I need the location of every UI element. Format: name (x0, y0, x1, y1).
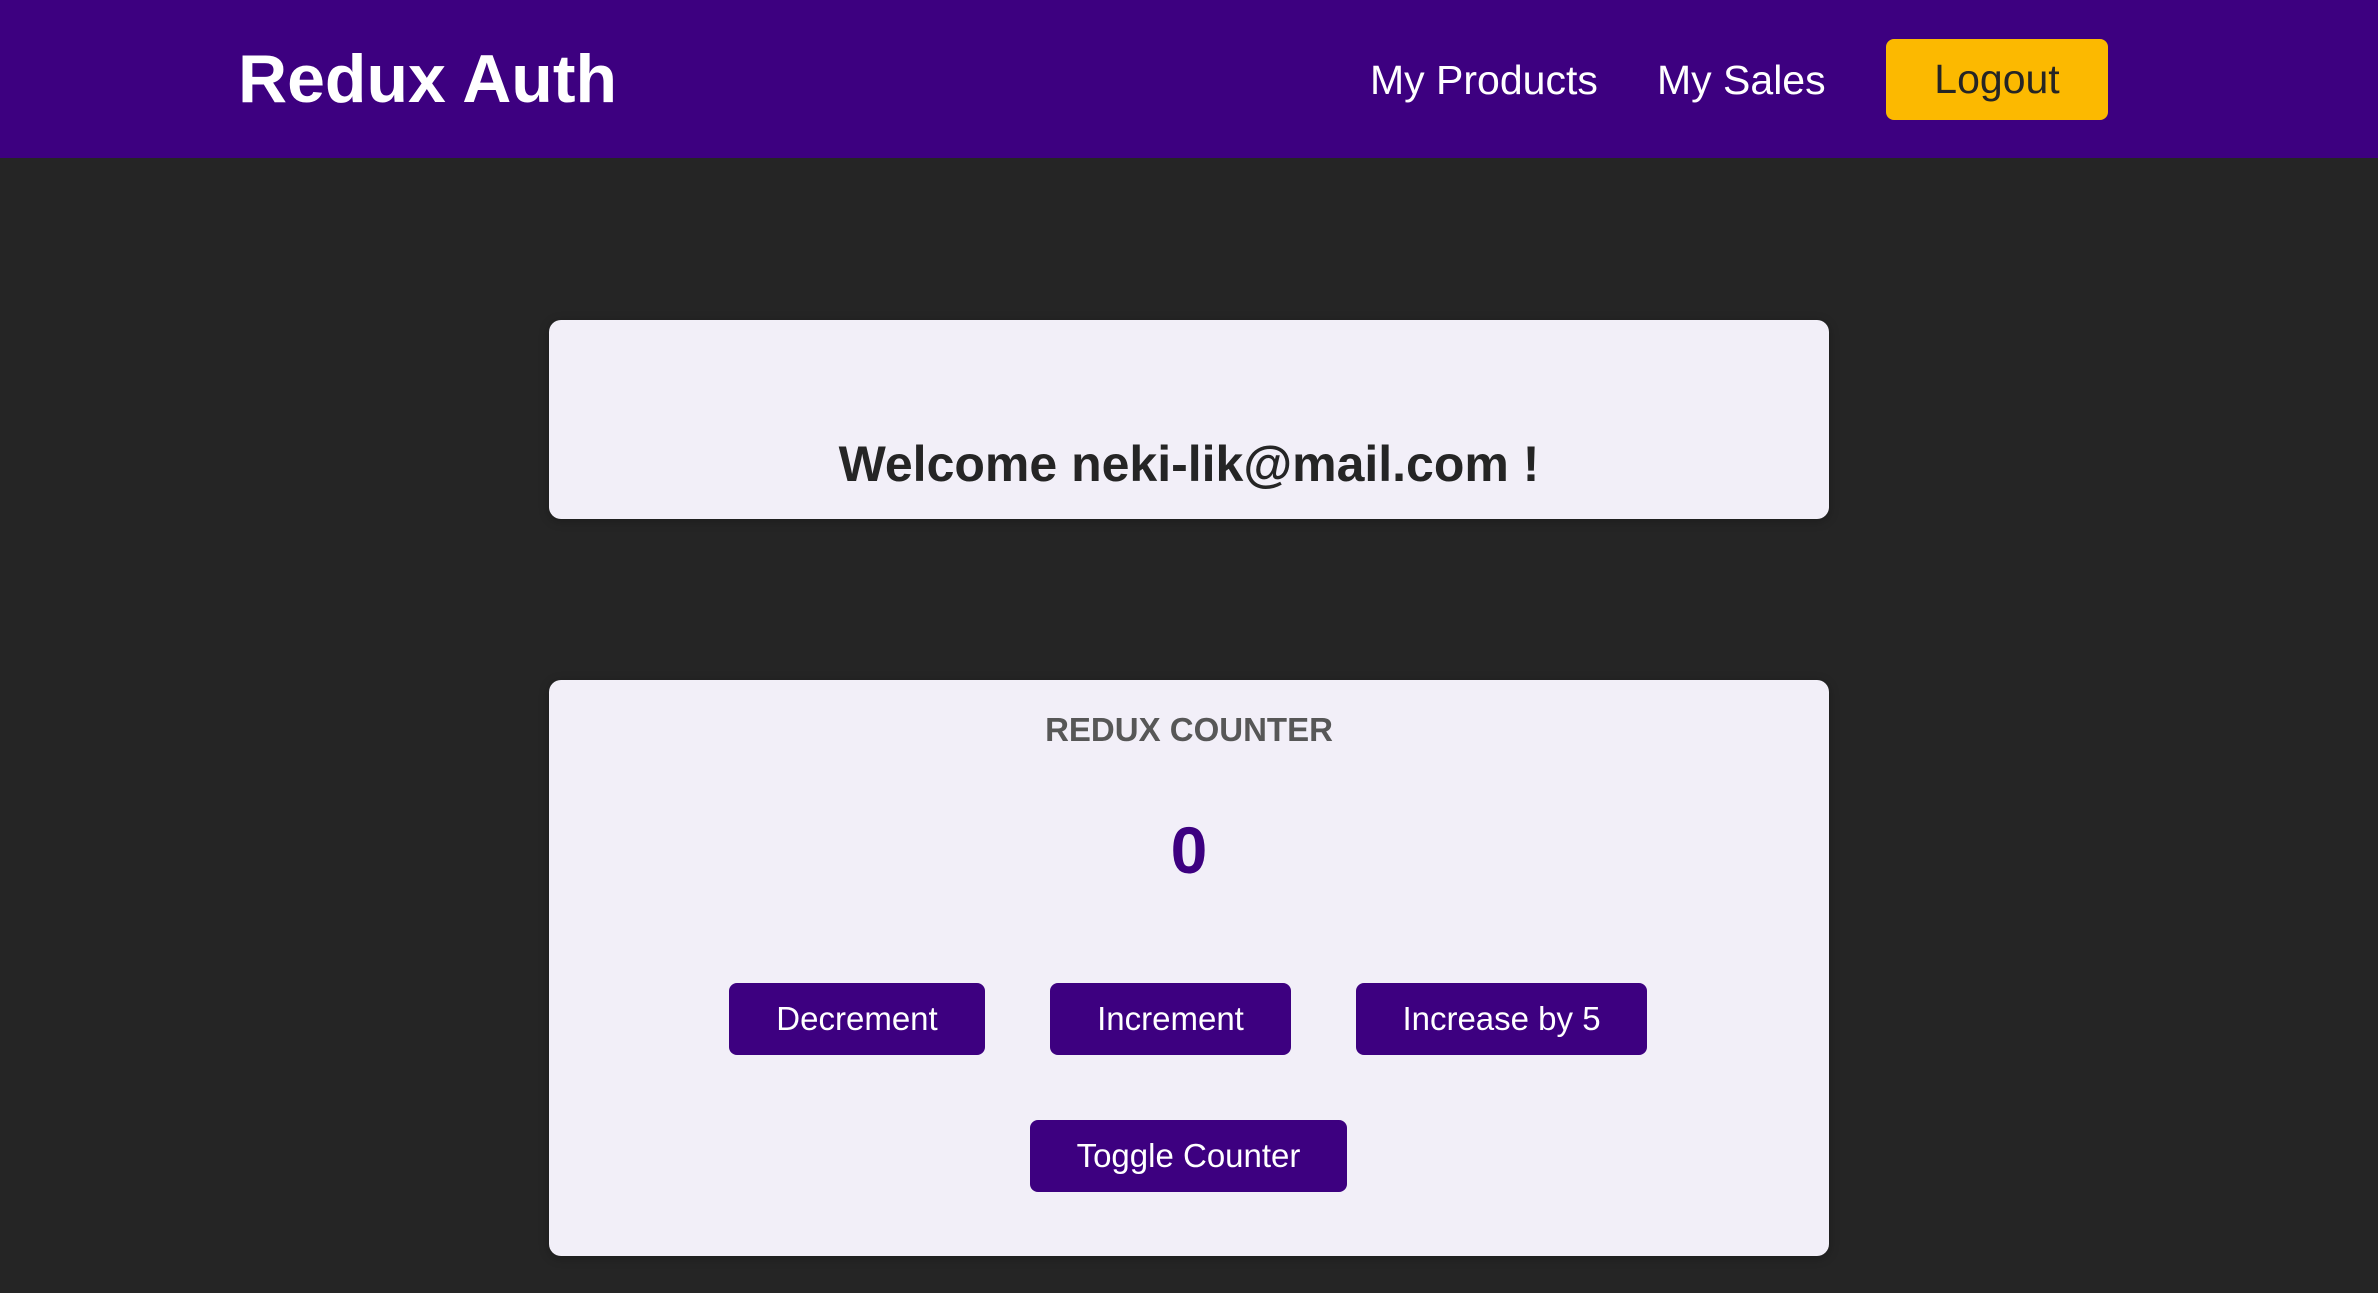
toggle-counter-button[interactable]: Toggle Counter (1030, 1120, 1347, 1192)
page: Redux Auth My Products My Sales Logout W… (0, 0, 2378, 1293)
decrement-button[interactable]: Decrement (729, 983, 985, 1055)
welcome-message: Welcome neki-lik@mail.com ! (838, 435, 1540, 492)
app-background: Redux Auth My Products My Sales Logout W… (0, 0, 2378, 1293)
counter-title: REDUX COUNTER (1045, 711, 1333, 748)
header: Redux Auth My Products My Sales Logout (0, 0, 2378, 158)
brand-title: Redux Auth (238, 41, 618, 117)
counter-card: REDUX COUNTER 0 Decrement Increment Incr… (549, 680, 1829, 1256)
increment-button[interactable]: Increment (1050, 983, 1291, 1055)
increase-by-5-button[interactable]: Increase by 5 (1356, 983, 1647, 1055)
counter-value: 0 (1170, 813, 1208, 887)
welcome-card: Welcome neki-lik@mail.com ! (549, 320, 1829, 519)
nav-my-sales-link[interactable]: My Sales (1657, 50, 1826, 110)
nav-my-products-link[interactable]: My Products (1370, 50, 1598, 110)
logout-button[interactable]: Logout (1886, 39, 2108, 120)
